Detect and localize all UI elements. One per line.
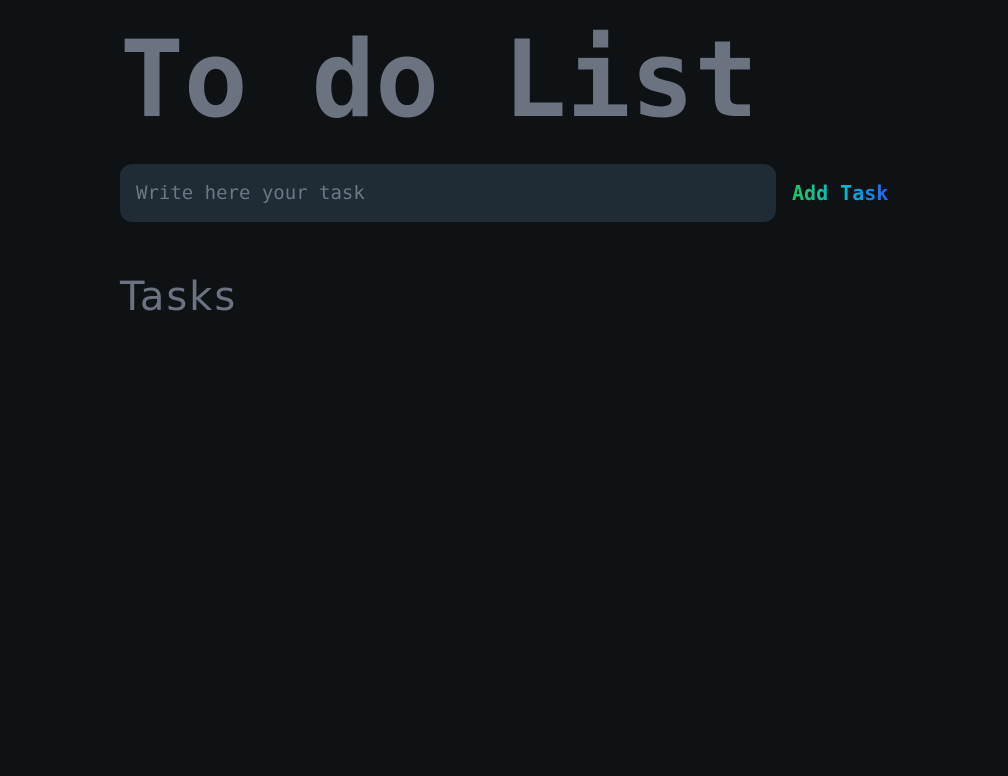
task-form: Add Task	[120, 164, 888, 222]
add-task-button[interactable]: Add Task	[792, 181, 888, 205]
task-input[interactable]	[120, 164, 776, 222]
page: To do List Add Task Tasks	[0, 0, 1008, 776]
page-title: To do List	[120, 18, 759, 141]
tasks-heading: Tasks	[120, 274, 238, 320]
